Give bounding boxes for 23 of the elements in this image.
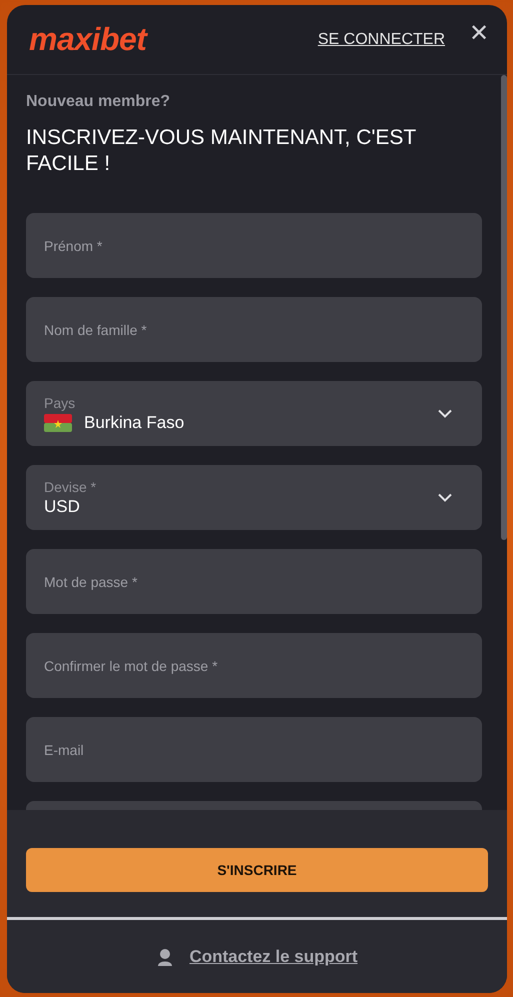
select-field[interactable]: Devise * USD xyxy=(26,465,482,530)
close-button[interactable]: ✕ xyxy=(469,22,489,46)
subtitle: Nouveau membre? xyxy=(26,93,172,111)
flag-icon xyxy=(44,414,72,432)
input-field[interactable]: Mot de passe * xyxy=(26,549,482,614)
input-field[interactable]: E-mail xyxy=(26,717,482,782)
scrollbar-thumb[interactable] xyxy=(501,75,507,540)
signup-button[interactable]: S'INSCRIRE xyxy=(26,848,488,892)
input-field[interactable]: Confirmer le mot de passe * xyxy=(26,633,482,698)
field-label: Pays xyxy=(44,394,76,410)
support-agent-icon xyxy=(156,948,174,966)
chevron-down-icon xyxy=(438,409,452,418)
input-field[interactable]: Prénom * xyxy=(26,213,482,278)
field-label: Devise * xyxy=(44,478,98,494)
login-link[interactable]: SE CONNECTER xyxy=(318,30,445,48)
chevron-down-icon xyxy=(438,493,452,502)
logo: maxibet xyxy=(29,21,149,58)
field-value: Burkina Faso xyxy=(84,412,184,432)
field-value: USD xyxy=(44,496,80,516)
input-field[interactable]: Nom de famille * xyxy=(26,297,482,362)
support-link[interactable]: Contactez le support xyxy=(189,946,358,966)
select-field[interactable]: Pays Burkina Faso xyxy=(26,381,482,446)
title: INSCRIVEZ-VOUS MAINTENANT, C'EST FACILE ! xyxy=(26,125,417,177)
